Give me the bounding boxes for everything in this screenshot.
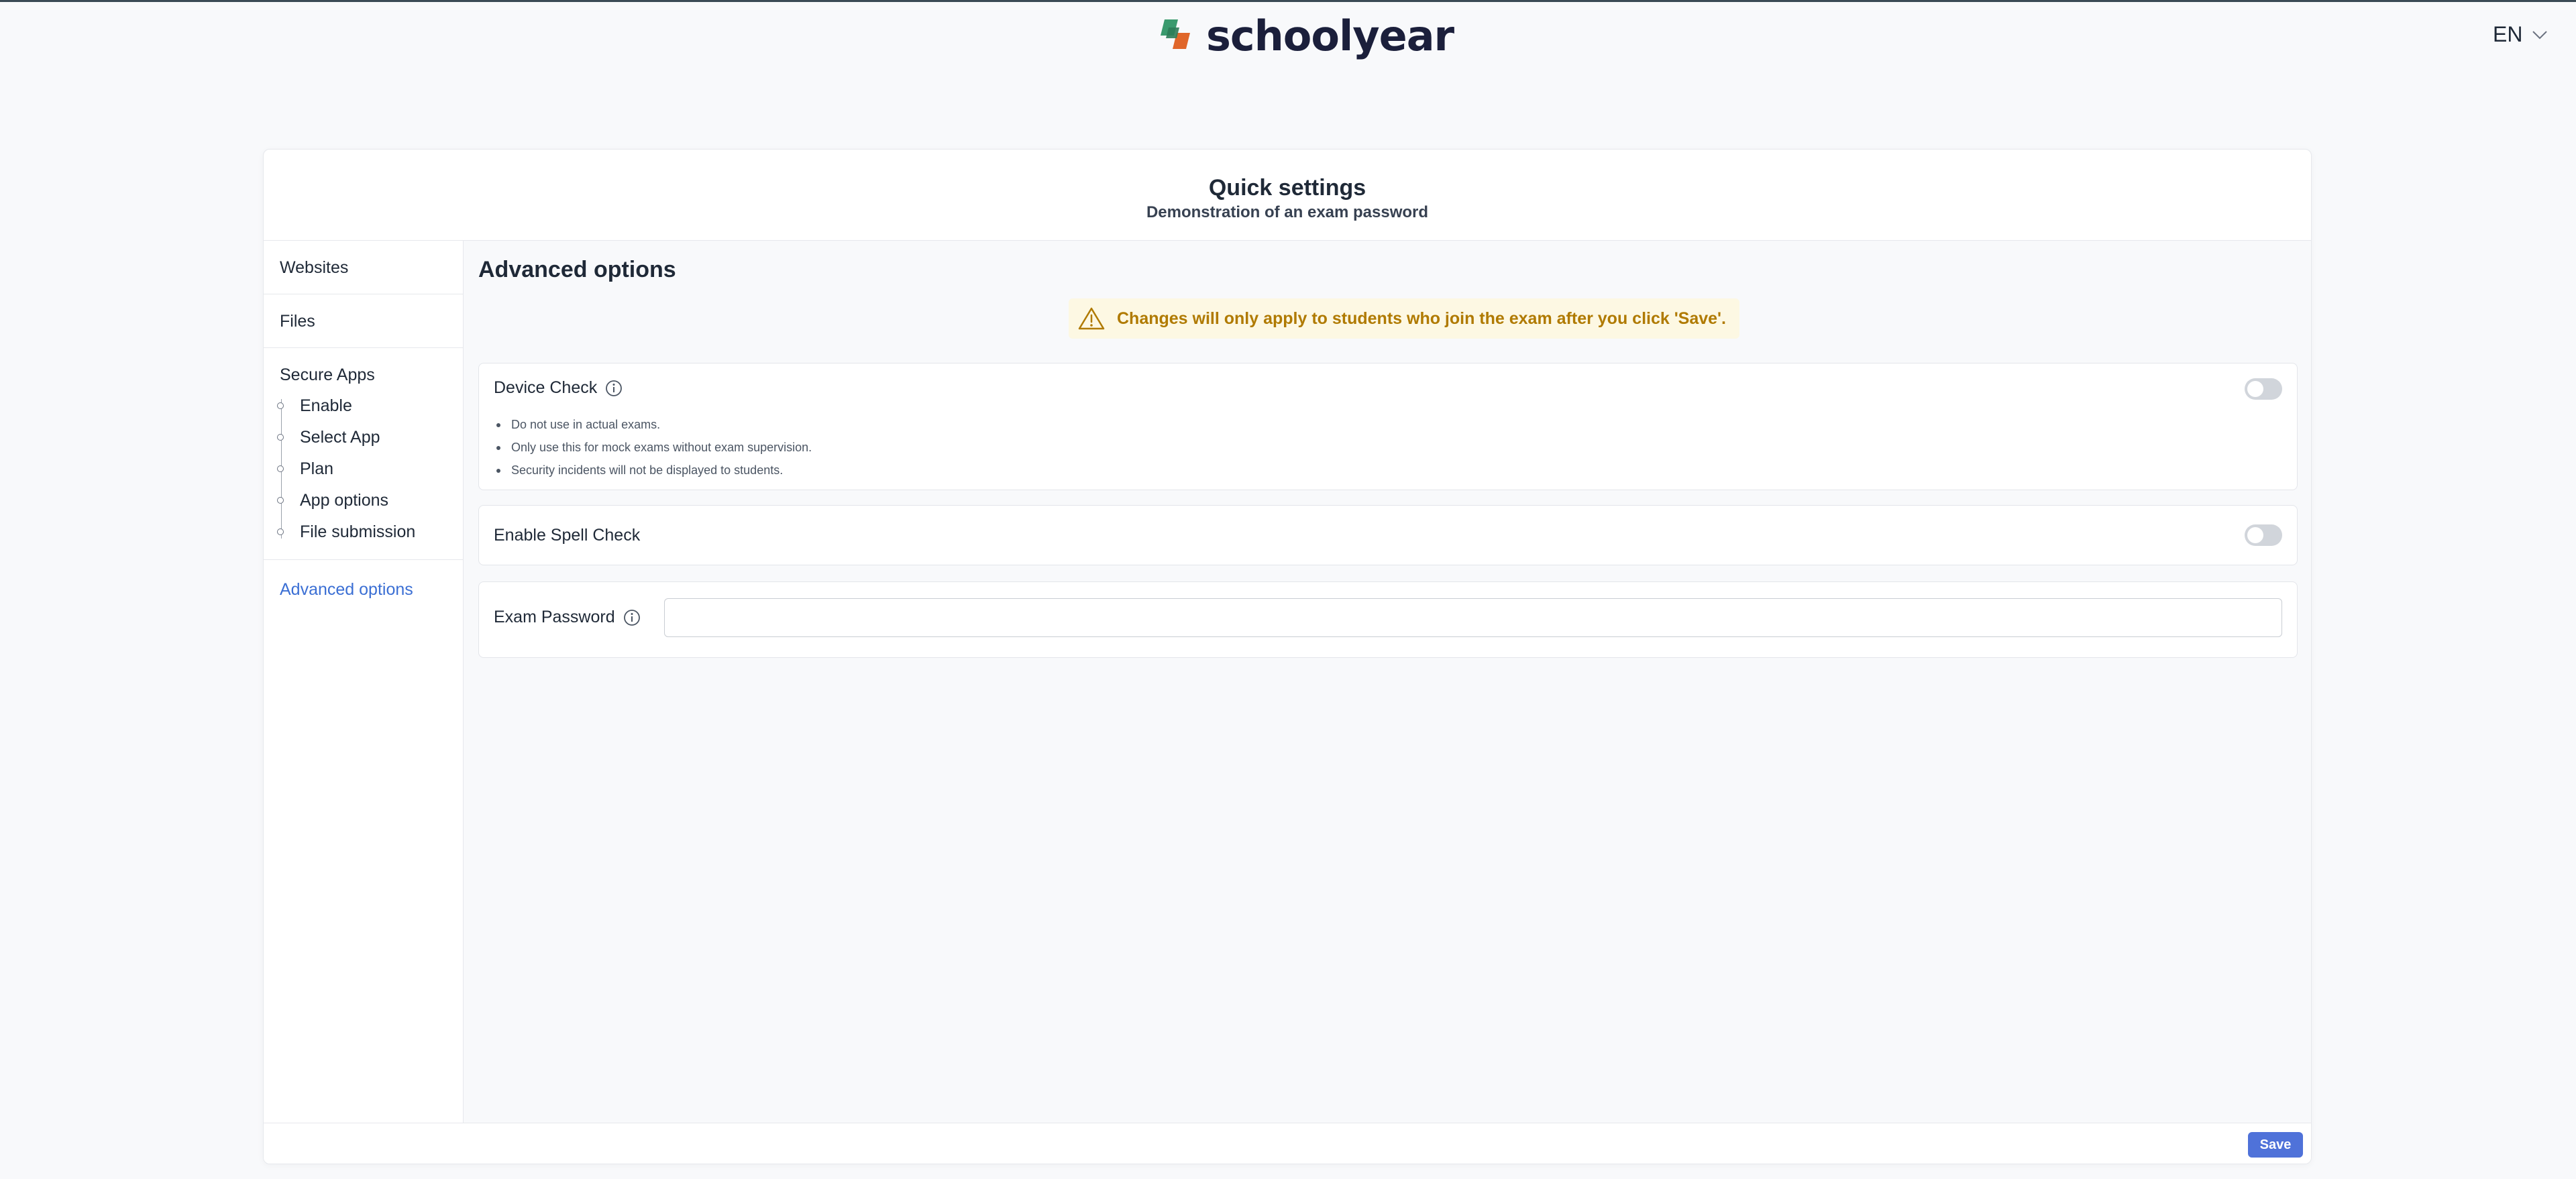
sidebar-subitem-label: Select App (300, 428, 380, 447)
warning-icon (1078, 307, 1105, 330)
exam-password-label-row: Exam Password (494, 608, 641, 627)
app-header: schoolyear EN (0, 2, 2576, 69)
section-title: Advanced options (478, 257, 676, 282)
settings-sidebar: Websites Files Secure Apps Enable Select… (264, 241, 464, 1123)
list-item: Only use this for mock exams without exa… (496, 436, 812, 459)
sidebar-subitem-label: Plan (300, 459, 334, 478)
quick-settings-card: Quick settings Demonstration of an exam … (263, 149, 2312, 1164)
spell-check-panel: Enable Spell Check (478, 505, 2298, 565)
page-title: Quick settings (1208, 175, 1366, 201)
sidebar-item-websites[interactable]: Websites (264, 241, 463, 294)
chevron-down-icon (2532, 30, 2548, 39)
step-dot-icon (277, 497, 284, 504)
exam-password-panel: Exam Password (478, 581, 2298, 658)
device-check-panel: Device Check Do not use in actual exams.… (478, 363, 2298, 490)
toggle-knob (2247, 381, 2263, 397)
sidebar-group-secure-apps: Secure Apps Enable Select App Plan App o… (264, 348, 463, 560)
spell-check-label: Enable Spell Check (494, 526, 641, 545)
step-dot-icon (277, 528, 284, 535)
notice-text: Changes will only apply to students who … (1117, 308, 1726, 328)
card-footer: Save (264, 1123, 2311, 1164)
advanced-options-section: Advanced options Changes will only apply… (464, 241, 2311, 1123)
list-item: Do not use in actual exams. (496, 413, 812, 436)
device-check-warnings: Do not use in actual exams. Only use thi… (496, 413, 812, 482)
device-check-label-row: Device Check (494, 378, 623, 398)
sidebar-item-files[interactable]: Files (264, 294, 463, 348)
card-header: Quick settings Demonstration of an exam … (264, 150, 2311, 241)
logo-text: schoolyear (1206, 11, 1454, 60)
sidebar-item-secure-apps[interactable]: Secure Apps (280, 366, 375, 385)
info-icon[interactable] (623, 609, 641, 626)
exam-password-label: Exam Password (494, 608, 615, 626)
save-button[interactable]: Save (2248, 1132, 2303, 1158)
sidebar-subitem-label: Enable (300, 396, 352, 415)
schoolyear-logo-icon (1161, 19, 1190, 49)
toggle-knob (2247, 527, 2263, 543)
sidebar-subitem-plan[interactable]: Plan (277, 458, 334, 480)
device-check-toggle[interactable] (2245, 378, 2282, 400)
sidebar-subitem-label: File submission (300, 522, 416, 541)
list-item: Security incidents will not be displayed… (496, 459, 812, 482)
info-icon[interactable] (605, 380, 623, 397)
sidebar-subitem-label: App options (300, 491, 389, 510)
step-dot-icon (277, 465, 284, 472)
exam-password-input[interactable] (664, 598, 2282, 637)
step-dot-icon (277, 434, 284, 441)
language-selector[interactable]: EN (2493, 22, 2548, 47)
step-dot-icon (277, 402, 284, 409)
schoolyear-logo[interactable]: schoolyear (1159, 15, 1454, 57)
device-check-label: Device Check (494, 378, 598, 397)
save-notice-banner: Changes will only apply to students who … (1069, 298, 1739, 339)
page-subtitle: Demonstration of an exam password (1146, 203, 1429, 221)
sidebar-subitem-app-options[interactable]: App options (277, 490, 389, 511)
spell-check-toggle[interactable] (2245, 524, 2282, 546)
language-label: EN (2493, 22, 2523, 46)
sidebar-subitem-enable[interactable]: Enable (277, 395, 352, 416)
sidebar-subitem-select-app[interactable]: Select App (277, 427, 380, 448)
sidebar-subitem-file-submission[interactable]: File submission (277, 521, 416, 543)
sidebar-item-advanced-options[interactable]: Advanced options (280, 580, 413, 600)
